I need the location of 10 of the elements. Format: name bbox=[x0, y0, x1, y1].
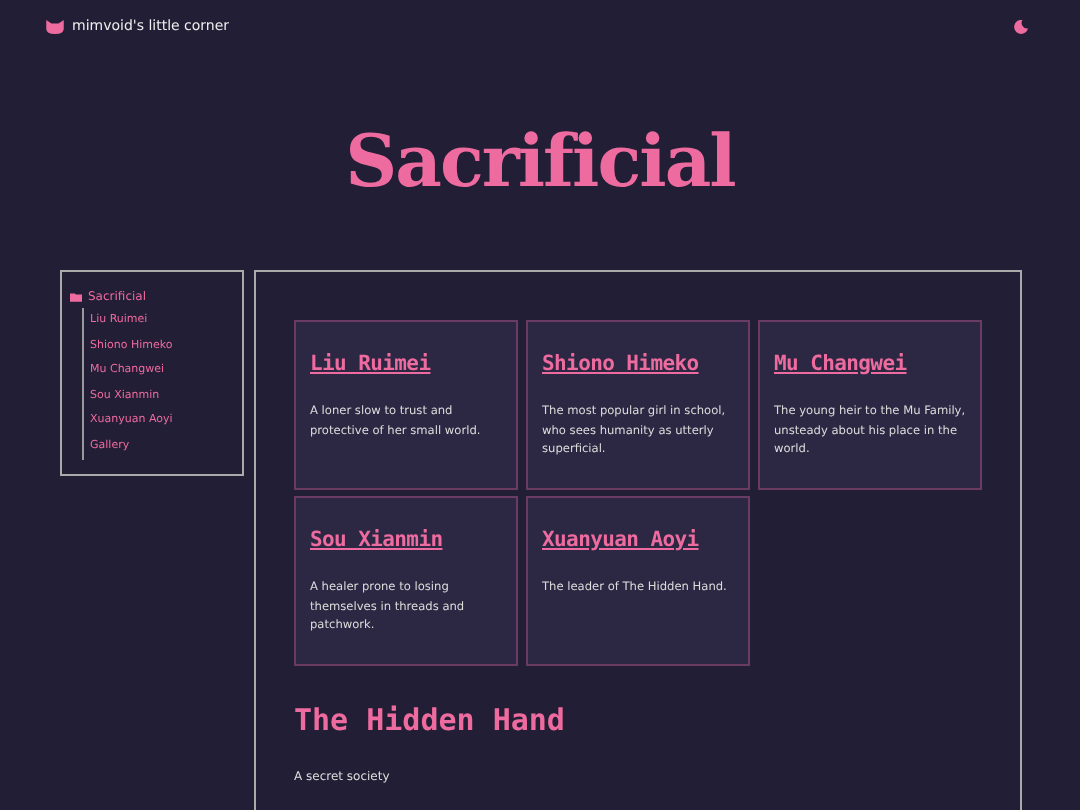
character-link[interactable]: Shiono Himeko bbox=[542, 352, 734, 376]
moon-icon[interactable] bbox=[1014, 19, 1028, 33]
character-link[interactable]: Mu Changwei bbox=[774, 352, 966, 376]
section-heading: The Hidden Hand bbox=[294, 702, 567, 738]
page-title: Sacrificial bbox=[343, 122, 737, 208]
character-link[interactable]: Liu Ruimei bbox=[310, 352, 502, 376]
folder-icon bbox=[70, 292, 82, 302]
cat-icon bbox=[46, 19, 64, 33]
character-link[interactable]: Sou Xianmin bbox=[310, 528, 502, 552]
character-link[interactable]: Xuanyuan Aoyi bbox=[542, 528, 734, 552]
